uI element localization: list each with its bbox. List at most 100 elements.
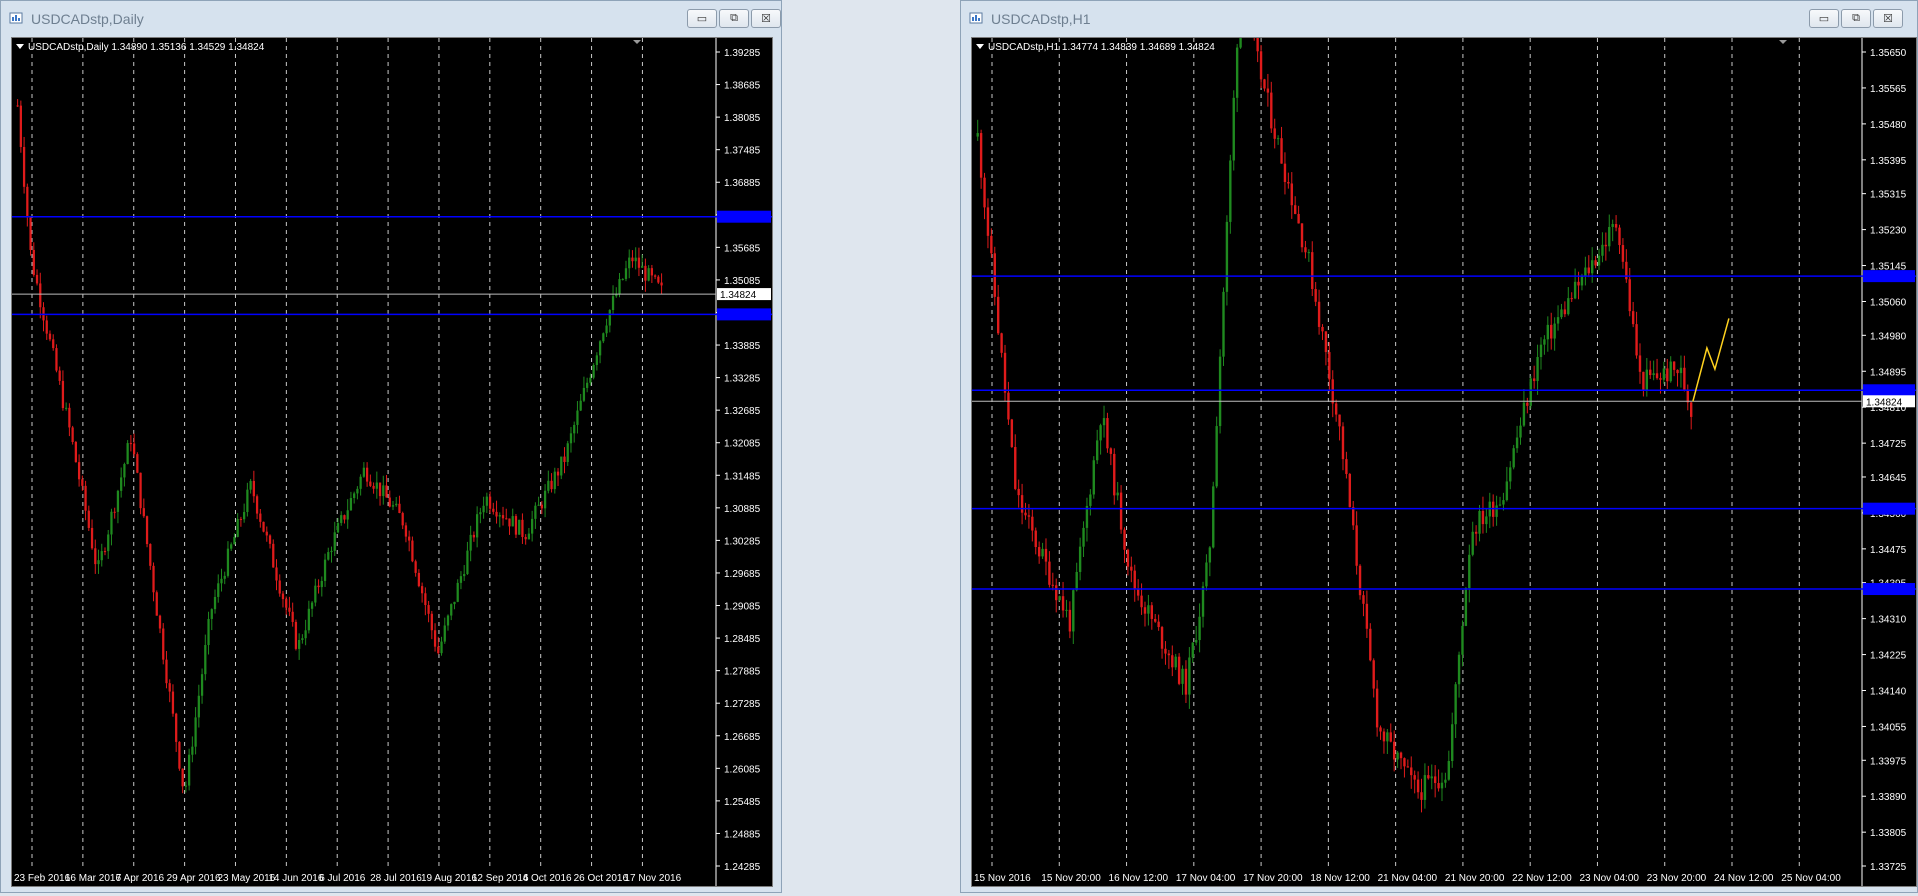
candle-body [495,511,498,517]
chart-canvas[interactable]: 23 Feb 2016 16 Mar 2016 7 Apr 2016 29 Apr 2… [11,37,773,887]
candle-body [22,146,26,187]
candle-body [634,257,637,262]
candle-body [482,505,485,513]
close-button[interactable]: ☒ [751,9,781,28]
candle-body [1341,426,1345,460]
candle-body [1095,440,1099,461]
candle-body [362,467,366,477]
close-button[interactable]: ☒ [1873,9,1903,28]
candle-body [1205,562,1208,587]
candle-body [1208,547,1212,563]
candle-body [1556,317,1560,324]
candle-body [1498,504,1502,506]
candle-body [1683,367,1686,391]
candle-body [1147,605,1150,614]
price-axis-label: 1.30885 [724,504,761,515]
titlebar[interactable]: USDCADstp,H1 ▭ ⧉ ☒ [961,1,1917,37]
candle-body [1331,379,1334,404]
candle-body [304,630,307,639]
price-axis-label: 1.24885 [724,829,761,840]
candle-body [1126,549,1130,567]
level-price-tag [1863,384,1915,397]
price-axis-label: 1.33805 [1870,828,1907,839]
candle-body [1358,565,1362,596]
candle-body [417,572,421,587]
candle-body [1317,301,1321,327]
candle-body [1502,500,1505,505]
restore-button[interactable]: ⧉ [719,9,749,28]
minimize-icon: ▭ [1818,13,1830,25]
candle-body [1078,546,1082,572]
price-chart[interactable]: 15 Nov 2016 15 Nov 20:00 16 Nov 12:00 17 No… [972,0,1916,886]
candle-body [1573,281,1577,299]
candle-body [1611,224,1614,227]
candle-body [1328,352,1331,380]
candle-body [310,602,314,609]
candle-body [1311,252,1314,290]
candle-body [1454,684,1457,725]
candle-body [1515,437,1519,449]
price-axis-label: 1.31485 [724,471,761,482]
minimize-button[interactable]: ▭ [1809,9,1839,28]
candle-body [547,480,550,491]
time-axis-label: 15 Nov 20:00 [1041,873,1101,884]
candle-body [391,505,395,507]
candle-body [1007,392,1010,420]
candle-body [110,511,113,535]
chart-canvas[interactable]: 15 Nov 2016 15 Nov 20:00 16 Nov 12:00 17 No… [971,0,1917,887]
candle-body [1526,402,1529,406]
candle-body [618,279,621,295]
chart-window-daily[interactable]: USDCADstp,Daily ▭ ⧉ ☒ 23 Feb 2016 16 Mar … [0,0,782,893]
candle-body [433,630,437,647]
candle-body [414,561,417,573]
candle-body [1338,414,1341,427]
candle-body [1061,596,1065,611]
candle-body [16,105,19,107]
titlebar[interactable]: USDCADstp,Daily ▭ ⧉ ☒ [1,1,781,37]
candle-body [631,257,634,262]
candle-body [983,177,986,208]
candle-body [1512,448,1515,468]
candle-body [1560,309,1563,318]
candle-body [1020,495,1024,513]
candle-body [1686,390,1689,403]
candle-body [1215,426,1218,487]
candle-body [463,574,466,577]
minimize-button[interactable]: ▭ [687,9,717,28]
candle-body [1280,138,1283,164]
candle-body [375,482,378,489]
price-chart[interactable]: 23 Feb 201616 Mar 20167 Apr 2016 29 Apr 2… [12,38,772,886]
candle-body [1447,761,1451,780]
candle-body [1307,252,1311,254]
candle-body [1362,595,1365,604]
price-axis-label: 1.34140 [1870,687,1907,698]
candle-body [1444,779,1447,783]
candle-body [508,518,511,527]
candle-body [1031,516,1034,531]
price-axis-label: 1.35650 [1870,48,1907,59]
chart-window-h1[interactable]: USDCADstp,H1 ▭ ⧉ ☒ 15 Nov 2016 15 Nov 20:… [960,0,1918,893]
candle-body [1604,244,1608,247]
candle-body [1652,373,1655,376]
header-dropdown-icon [976,44,984,49]
candle-body [194,717,197,747]
candle-body [466,550,469,575]
candle-body [1645,369,1649,391]
candle-body [213,596,217,610]
candle-body [440,641,443,654]
candle-body [1638,355,1642,372]
candle-body [1270,92,1273,129]
candle-body [340,515,343,523]
chart-header-quote: USDCADstp,H1 1.34774 1.34839 1.34689 1.3… [988,42,1215,53]
candle-body [116,490,120,512]
candle-body [1218,356,1222,427]
restore-button[interactable]: ⧉ [1841,9,1871,28]
candle-body [1058,596,1061,601]
candle-body [1550,324,1553,339]
candle-body [566,443,569,463]
time-axis-label: 29 Apr 2016 [167,873,221,884]
candle-body [353,493,356,499]
candle-body [1113,453,1116,496]
price-axis-label: 1.34225 [1870,651,1907,662]
price-axis-label: 1.35230 [1870,226,1907,237]
